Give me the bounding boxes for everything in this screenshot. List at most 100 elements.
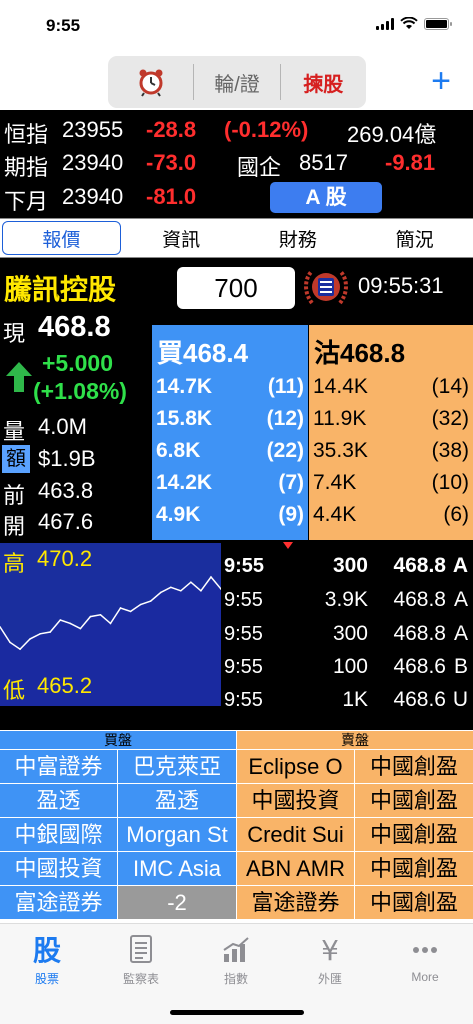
buy-broker-cell[interactable]: 中富證券 xyxy=(0,750,117,783)
a-share-button[interactable]: A 股 xyxy=(270,182,382,213)
status-bar: 9:55 xyxy=(0,0,473,50)
index-change: -28.8 xyxy=(146,117,197,142)
tabbar-item-more[interactable]: More xyxy=(380,932,470,984)
quote-time: 09:55:31 xyxy=(358,273,444,298)
status-time: 9:55 xyxy=(46,16,81,35)
tab-financials[interactable]: 財務 xyxy=(240,219,357,257)
tab-quote[interactable]: 報價 xyxy=(2,221,121,255)
amount-label: 額 xyxy=(2,445,30,473)
broker-queue: 買盤 賣盤 中富證券 巴克萊亞 盈透 盈透 中銀國際 Morgan St 中國投… xyxy=(0,731,473,923)
hscei-change: -9.81 xyxy=(385,150,436,175)
index-label: 恒指 xyxy=(4,122,49,147)
chart-point xyxy=(129,610,132,613)
trade-ticker[interactable]: 9:55 300 468.8 A 9:55 3.9K 468.8 A 9:55 300 468.… xyxy=(222,543,473,713)
segment-pick-stock[interactable]: 揀股 xyxy=(281,56,366,108)
ask-qty: 11.9K xyxy=(313,407,367,430)
current-label: 現 xyxy=(3,321,26,346)
sell-broker-cell[interactable]: Eclipse O xyxy=(237,750,354,783)
tab-profile[interactable]: 簡況 xyxy=(356,219,473,257)
chart-point xyxy=(69,622,72,625)
segment-warrant[interactable]: 輪/證 xyxy=(194,56,279,108)
sell-broker-cell[interactable]: Credit Sui xyxy=(237,818,354,851)
buy-queue-header: 買盤 xyxy=(0,731,236,749)
buy-broker-cell[interactable]: 富途證券 xyxy=(0,886,117,919)
buy-broker-cell[interactable]: IMC Asia xyxy=(118,852,236,885)
bid-count: (12) xyxy=(266,407,304,430)
trade-row: 9:55 1K 468.6 U xyxy=(222,684,470,717)
tabbar-item-stocks[interactable]: 股 股票 xyxy=(2,932,92,987)
ask-qty: 4.4K xyxy=(313,503,357,526)
trade-volume: 300 xyxy=(332,554,368,577)
open-value: 467.6 xyxy=(38,509,94,534)
index-label: 期指 xyxy=(4,155,49,180)
buy-broker-cell[interactable]: 中銀國際 xyxy=(0,818,117,851)
tabbar-item-forex[interactable]: ¥ 外匯 xyxy=(285,932,375,987)
trade-price: 468.8 xyxy=(393,554,446,577)
sell-broker-cell[interactable]: 中國創盈 xyxy=(355,784,473,817)
sell-broker-cell[interactable]: 中國創盈 xyxy=(355,818,473,851)
intraday-chart[interactable] xyxy=(0,543,222,706)
chart-low-label: 低 xyxy=(3,678,26,703)
index-row-next-month[interactable]: 下月 23940 -81.0 xyxy=(0,180,473,214)
bid-qty: 14.2K xyxy=(156,471,213,494)
bid-qty: 15.8K xyxy=(156,407,213,430)
ask-qty: 35.3K xyxy=(313,439,368,462)
trade-row: 9:55 100 468.6 B xyxy=(222,651,470,684)
index-turnover: 269.04億 xyxy=(347,122,437,147)
watchlist-icon xyxy=(96,932,186,966)
buy-broker-cell[interactable]: 巴克萊亞 xyxy=(118,750,236,783)
price-change: +5.000 xyxy=(42,350,113,376)
sell-broker-cell[interactable]: 中國創盈 xyxy=(355,852,473,885)
trade-volume: 100 xyxy=(332,655,368,678)
trade-volume: 300 xyxy=(332,622,368,645)
stock-name: 騰訊控股 xyxy=(4,274,117,305)
volume-value: 4.0M xyxy=(38,414,87,439)
buy-broker-cell[interactable]: 盈透 xyxy=(118,784,236,817)
chart-point xyxy=(180,589,182,592)
trade-time: 9:55 xyxy=(224,555,265,577)
ask-qty: 7.4K xyxy=(313,471,357,494)
sell-broker-cell[interactable]: 富途證券 xyxy=(237,886,354,919)
sell-queue-header: 賣盤 xyxy=(237,731,473,749)
stock-icon: 股 xyxy=(2,932,92,966)
trade-side: B xyxy=(453,655,468,678)
alarm-clock-icon[interactable] xyxy=(108,56,193,108)
bid-count: (11) xyxy=(267,375,304,398)
quote-tabs: 報價 資訊 財務 簡況 xyxy=(0,218,473,258)
index-row-hsi[interactable]: 恒指 23955 -28.8 (-0.12%) 269.04億 xyxy=(0,113,473,147)
chart-point xyxy=(200,589,202,592)
buy-broker-cell[interactable]: 中國投資 xyxy=(0,852,117,885)
tabbar-item-index[interactable]: 指數 xyxy=(191,932,281,987)
trade-volume: 1K xyxy=(342,688,368,711)
sell-broker-cell[interactable]: 中國創盈 xyxy=(355,750,473,783)
chart-point xyxy=(210,576,212,578)
buy-broker-cell[interactable]: 盈透 xyxy=(0,784,117,817)
index-row-futures[interactable]: 期指 23940 -73.0 國企 8517 -9.81 xyxy=(0,146,473,180)
bid-count: (7) xyxy=(278,471,304,494)
trade-row: 9:55 300 468.8 A xyxy=(222,618,470,651)
sell-broker-cell[interactable]: 中國創盈 xyxy=(355,886,473,919)
add-button[interactable]: + xyxy=(431,64,451,98)
trade-time: 9:55 xyxy=(224,689,263,711)
buy-broker-cell[interactable]: Morgan St xyxy=(118,818,236,851)
tabbar-item-watchlist[interactable]: 監察表 xyxy=(96,932,186,987)
index-value: 23955 xyxy=(62,117,124,142)
bottom-tab-bar: 股 股票 監察表 指數 ¥ 外匯 More xyxy=(0,923,473,1024)
ask-qty: 14.4K xyxy=(313,375,368,398)
buy-queue-spread-cell: -2 xyxy=(118,886,236,919)
trade-side: U xyxy=(452,688,468,711)
trade-time: 9:55 xyxy=(224,589,263,611)
index-change: -73.0 xyxy=(146,150,197,175)
sell-broker-cell[interactable]: 中國投資 xyxy=(237,784,354,817)
tab-news[interactable]: 資訊 xyxy=(123,219,240,257)
svg-text:¥: ¥ xyxy=(321,934,339,964)
trade-volume: 3.9K xyxy=(324,588,368,611)
home-indicator xyxy=(170,1010,304,1015)
chart-low-value: 465.2 xyxy=(37,673,93,698)
tabbar-label: 指數 xyxy=(223,972,248,986)
stock-code-input[interactable]: 700 xyxy=(177,267,295,309)
sell-broker-cell[interactable]: ABN AMR xyxy=(237,852,354,885)
status-icons xyxy=(376,17,452,30)
ask-label: 沽 xyxy=(314,338,341,368)
prev-close-value: 463.8 xyxy=(38,478,94,503)
